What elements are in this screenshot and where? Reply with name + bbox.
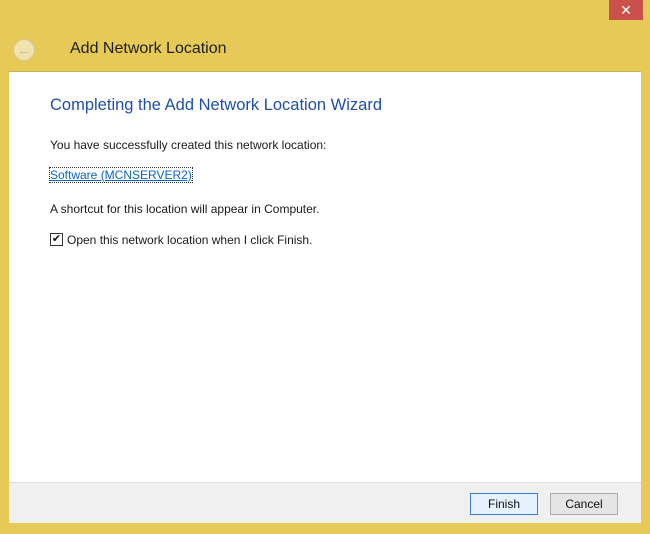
page-heading: Completing the Add Network Location Wiza… bbox=[50, 96, 382, 114]
close-button[interactable]: ✕ bbox=[609, 0, 643, 20]
cancel-button[interactable]: Cancel bbox=[550, 493, 618, 515]
success-text: You have successfully created this netwo… bbox=[50, 138, 327, 152]
shortcut-text: A shortcut for this location will appear… bbox=[50, 202, 320, 216]
finish-button[interactable]: Finish bbox=[470, 493, 538, 515]
checkmark-icon: ✔ bbox=[51, 233, 62, 245]
open-location-label[interactable]: Open this network location when I click … bbox=[67, 233, 312, 247]
window-title: Add Network Location bbox=[70, 40, 227, 57]
close-icon: ✕ bbox=[620, 1, 632, 18]
back-button[interactable]: ← bbox=[13, 39, 35, 61]
network-location-link[interactable]: Software (MCNSERVER2) bbox=[49, 167, 193, 183]
button-bar: Finish Cancel bbox=[9, 482, 641, 523]
back-arrow-icon: ← bbox=[17, 42, 31, 58]
open-location-checkbox[interactable]: ✔ bbox=[50, 233, 63, 246]
wizard-content: Completing the Add Network Location Wiza… bbox=[9, 71, 641, 483]
